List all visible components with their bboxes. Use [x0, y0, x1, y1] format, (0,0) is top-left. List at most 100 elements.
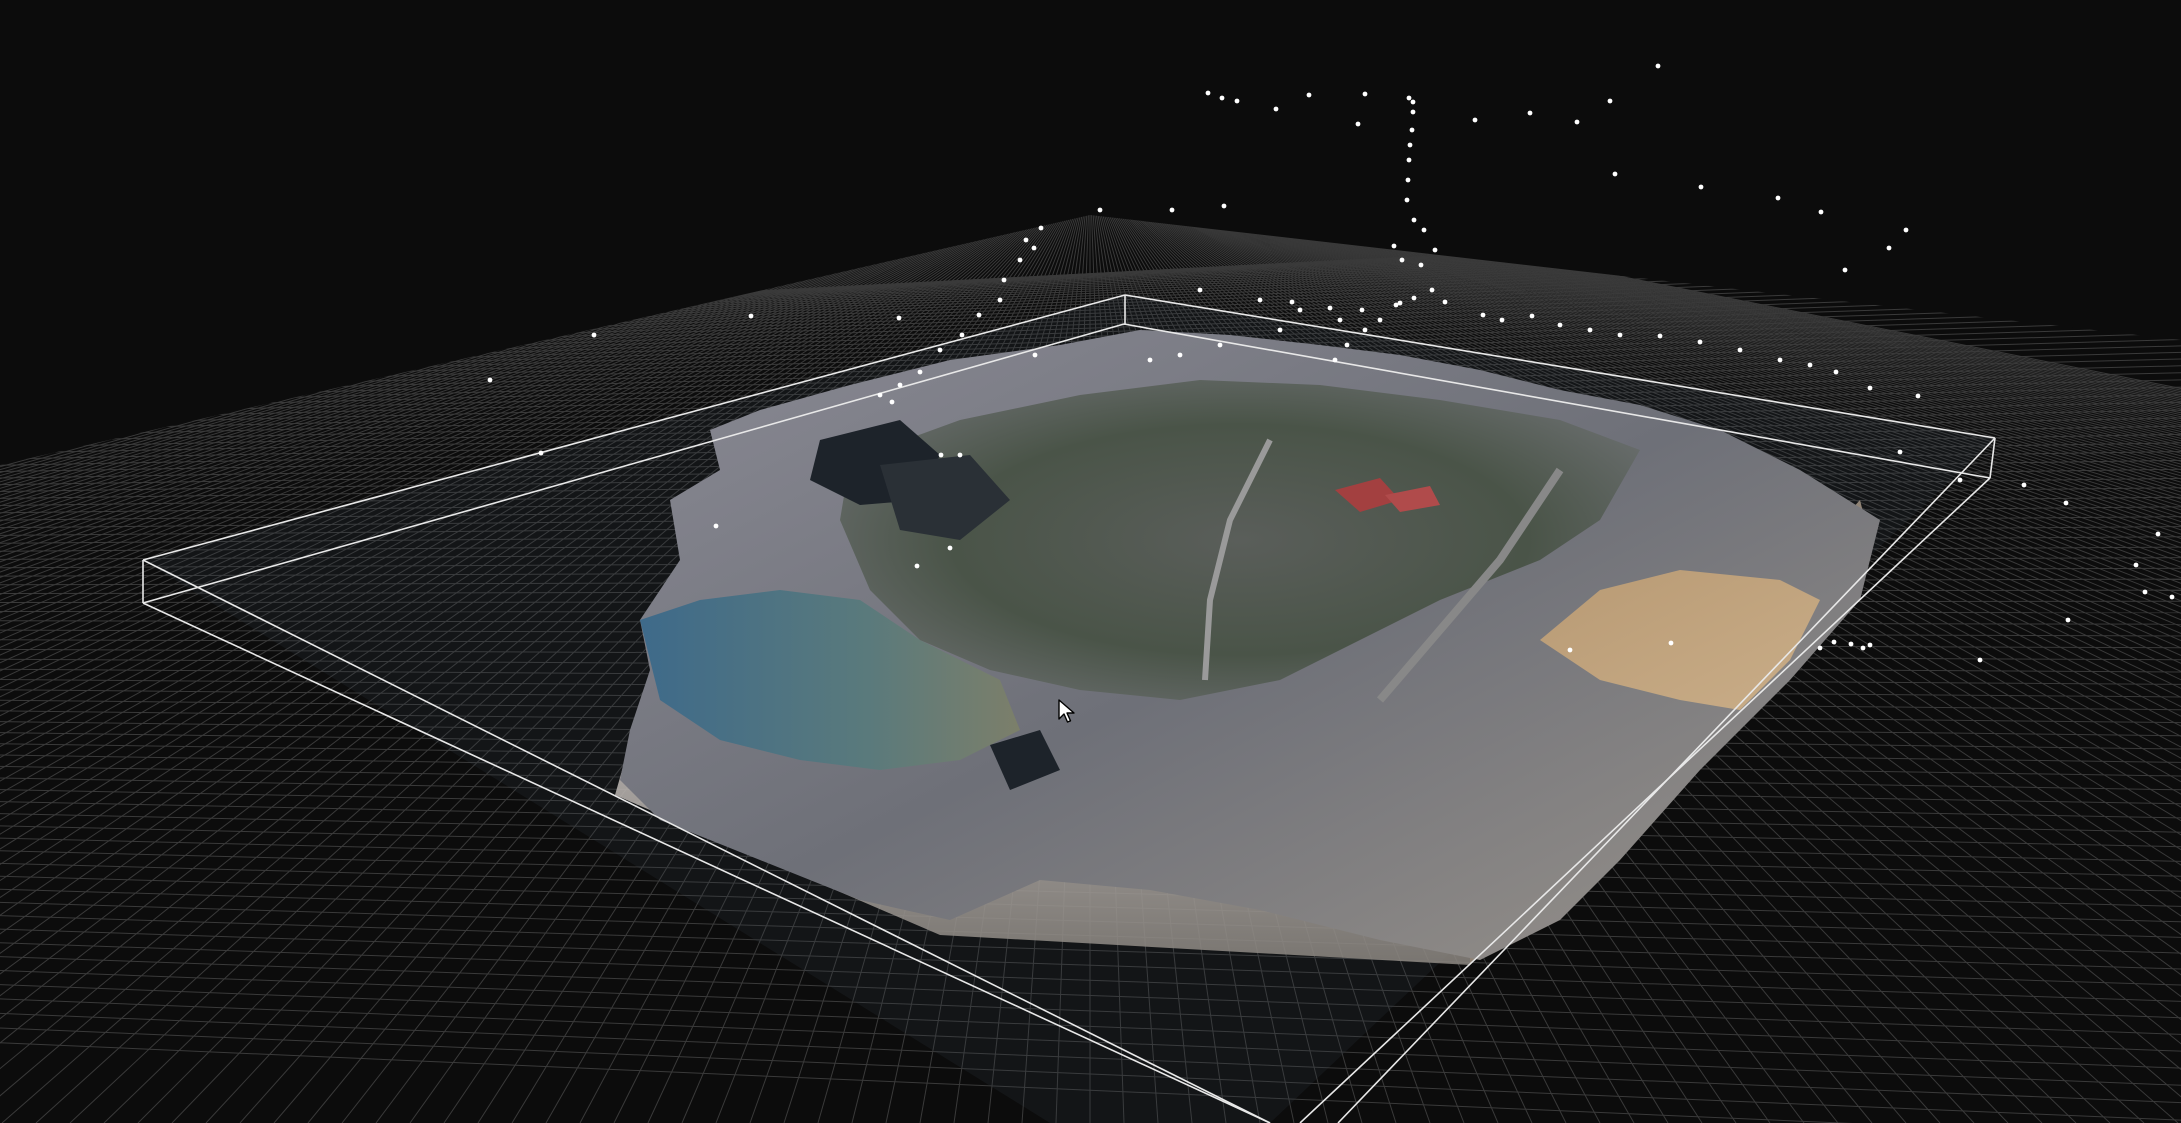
camera-point — [1499, 317, 1505, 323]
camera-point — [1817, 645, 1823, 651]
camera-point — [1527, 110, 1533, 116]
camera-point — [1698, 184, 1704, 190]
camera-point — [957, 452, 963, 458]
camera-point — [1867, 385, 1873, 391]
camera-point — [1219, 95, 1225, 101]
camera-point — [2065, 617, 2071, 623]
camera-point — [1404, 197, 1410, 203]
camera-point — [591, 332, 597, 338]
camera-point — [1197, 287, 1203, 293]
camera-point — [1221, 203, 1227, 209]
camera-point — [1818, 209, 1824, 215]
camera-point — [1421, 227, 1427, 233]
camera-point — [1657, 333, 1663, 339]
camera-point — [1411, 295, 1417, 301]
camera-point — [1147, 357, 1153, 363]
camera-point — [937, 347, 943, 353]
camera-point — [959, 332, 965, 338]
camera-point — [914, 563, 920, 569]
camera-point — [1607, 98, 1613, 104]
camera-point — [1377, 317, 1383, 323]
camera-point — [2063, 500, 2069, 506]
camera-point — [917, 369, 923, 375]
camera-point — [1567, 647, 1573, 653]
camera-point — [1777, 357, 1783, 363]
camera-point — [1277, 327, 1283, 333]
camera-point — [896, 315, 902, 321]
camera-point — [1362, 327, 1368, 333]
camera-point — [1407, 142, 1413, 148]
camera-point — [1362, 91, 1368, 97]
camera-point — [1410, 99, 1416, 105]
camera-point — [713, 523, 719, 529]
camera-point — [1867, 642, 1873, 648]
camera-point — [1860, 645, 1866, 651]
camera-point — [1327, 305, 1333, 311]
camera-point — [889, 399, 895, 405]
camera-point — [487, 377, 493, 383]
camera-point — [1442, 299, 1448, 305]
camera-point — [1848, 641, 1854, 647]
camera-point — [1397, 300, 1403, 306]
camera-point — [1359, 307, 1365, 313]
camera-point — [1587, 327, 1593, 333]
camera-point — [1557, 322, 1563, 328]
camera-point — [1355, 121, 1361, 127]
camera-point — [1337, 317, 1343, 323]
camera-point — [1775, 195, 1781, 201]
camera-point — [1306, 92, 1312, 98]
camera-point — [538, 450, 544, 456]
camera-point — [1023, 237, 1029, 243]
camera-point — [1668, 640, 1674, 646]
camera-point — [1289, 299, 1295, 305]
camera-point — [1472, 117, 1478, 123]
camera-point — [997, 297, 1003, 303]
camera-point — [1529, 313, 1535, 319]
camera-point — [1807, 362, 1813, 368]
camera-point — [1737, 347, 1743, 353]
camera-point — [1897, 449, 1903, 455]
camera-point — [1831, 639, 1837, 645]
camera-point — [1406, 95, 1412, 101]
camera-point — [1612, 171, 1618, 177]
camera-point — [1038, 225, 1044, 231]
camera-point — [1833, 369, 1839, 375]
camera-point — [976, 312, 982, 318]
3d-viewport[interactable] — [0, 0, 2181, 1123]
camera-point — [1432, 247, 1438, 253]
camera-point — [1418, 262, 1424, 268]
camera-point — [1617, 332, 1623, 338]
camera-point — [897, 382, 903, 388]
camera-point — [748, 313, 754, 319]
camera-point — [1399, 257, 1405, 263]
camera-point — [1391, 243, 1397, 249]
camera-point — [947, 545, 953, 551]
camera-point — [1031, 245, 1037, 251]
camera-point — [1297, 307, 1303, 313]
camera-point — [1409, 127, 1415, 133]
camera-point — [1217, 342, 1223, 348]
camera-point — [1097, 207, 1103, 213]
camera-point — [1234, 98, 1240, 104]
camera-point — [1001, 277, 1007, 283]
scene-canvas[interactable] — [0, 0, 2181, 1123]
camera-point — [1411, 217, 1417, 223]
camera-point — [2169, 594, 2175, 600]
camera-point — [1257, 297, 1263, 303]
camera-point — [1177, 352, 1183, 358]
camera-point — [1273, 106, 1279, 112]
camera-point — [1903, 227, 1909, 233]
mouse-pointer-icon — [1058, 699, 1076, 725]
camera-point — [1915, 393, 1921, 399]
camera-point — [1017, 257, 1023, 263]
camera-point — [2142, 589, 2148, 595]
camera-point — [2155, 531, 2161, 537]
camera-point — [1957, 477, 1963, 483]
camera-point — [1842, 267, 1848, 273]
camera-point — [1574, 119, 1580, 125]
camera-point — [938, 452, 944, 458]
camera-point — [1655, 63, 1661, 69]
camera-point — [2133, 562, 2139, 568]
camera-point — [1429, 287, 1435, 293]
camera-point — [1205, 90, 1211, 96]
